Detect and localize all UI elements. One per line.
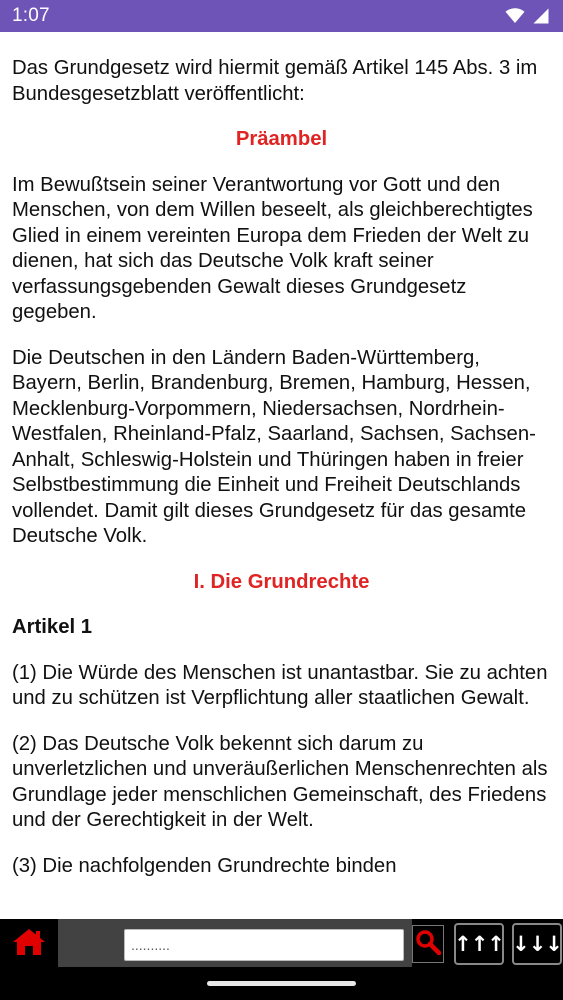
preamble-paragraph: Im Bewußtsein seiner Verantwortung vor G… <box>12 173 533 324</box>
section-heading: I. Die Grundrechte <box>193 570 370 593</box>
bottom-toolbar: ↑↑↑ ↓↓↓ <box>0 919 563 1000</box>
preamble-heading: Präambel <box>235 128 328 150</box>
article-paragraph: (3) Die nachfolgenden Grundrechte binden <box>12 854 397 877</box>
gesture-navigation-handle[interactable] <box>207 981 356 986</box>
intro-paragraph: Das Grundgesetz wird hiermit gemäß Artik… <box>12 57 538 105</box>
article-paragraph: (1) Die Würde des Menschen ist unantastb… <box>12 661 548 710</box>
status-bar: 1:07 <box>0 0 563 32</box>
article-title: Artikel 1 <box>12 616 93 638</box>
cellular-signal-icon <box>533 8 549 24</box>
scroll-to-bottom-button[interactable]: ↓↓↓ <box>512 923 563 965</box>
search-input[interactable] <box>124 929 404 961</box>
search-icon <box>415 929 442 960</box>
status-time: 1:07 <box>12 5 50 26</box>
search-button[interactable] <box>412 925 444 963</box>
wifi-icon <box>505 8 525 24</box>
home-icon <box>12 927 46 962</box>
law-text-content[interactable]: Das Grundgesetz wird hiermit gemäß Artik… <box>0 32 563 919</box>
home-button[interactable] <box>4 923 54 965</box>
preamble-paragraph: Die Deutschen in den Ländern Baden-Württ… <box>12 346 536 548</box>
scroll-to-top-button[interactable]: ↑↑↑ <box>454 923 505 965</box>
status-icons <box>505 8 549 24</box>
article-paragraph: (2) Das Deutsche Volk bekennt sich darum… <box>12 732 548 832</box>
